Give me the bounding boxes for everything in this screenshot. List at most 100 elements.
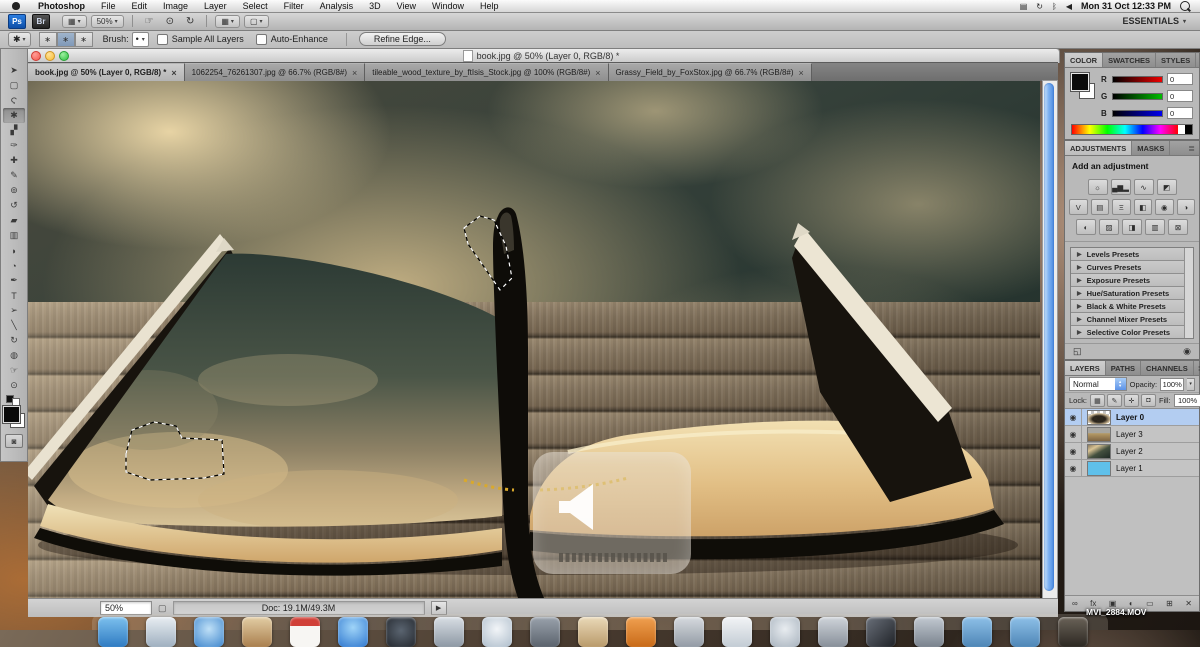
healing-brush-tool[interactable]: ✚ <box>3 153 25 168</box>
workspace-switcher[interactable]: ESSENTIALS ▾ <box>1122 16 1186 26</box>
close-tab-icon[interactable]: × <box>799 68 804 78</box>
channel-slider[interactable] <box>1112 92 1163 100</box>
status-zoom-field[interactable]: 50% <box>100 601 152 615</box>
color-spectrum-ramp[interactable] <box>1071 124 1193 135</box>
photo-filter-icon[interactable]: ◉ <box>1155 199 1174 215</box>
finder-dock-icon[interactable] <box>98 617 128 647</box>
preset-row[interactable]: ▶ Exposure Presets <box>1071 274 1193 287</box>
exposure-icon[interactable]: ◩ <box>1156 179 1177 195</box>
new-selection-icon[interactable]: ∗ <box>38 31 57 47</box>
clip-to-layer-icon[interactable]: ◉ <box>1183 346 1191 357</box>
layer-row[interactable]: ◉ Layer 1 <box>1065 460 1199 477</box>
arrange-documents-button[interactable]: ▦ ▾ <box>215 14 240 28</box>
crop-tool[interactable]: ▞ <box>3 123 25 138</box>
menu-item[interactable]: Edit <box>124 1 156 11</box>
move-tool[interactable]: ➤ <box>3 63 25 78</box>
menu-item[interactable]: File <box>93 1 124 11</box>
option-checkbox[interactable]: Sample All Layers <box>156 33 244 45</box>
hand-tool[interactable]: ☞ <box>3 363 25 378</box>
apple-menu-icon[interactable] <box>12 2 20 10</box>
channel-slider[interactable] <box>1112 109 1163 117</box>
close-tab-icon[interactable]: × <box>352 68 357 78</box>
brightness-contrast-icon[interactable]: ☼ <box>1087 179 1108 195</box>
panel-menu-icon[interactable]: ≣ <box>1184 141 1199 155</box>
channel-mixer-icon[interactable]: ◑ <box>1176 199 1195 215</box>
close-tab-icon[interactable]: × <box>171 68 176 78</box>
pen-tool[interactable]: ✒ <box>3 273 25 288</box>
3d-rotate-tool[interactable]: ↻ <box>3 333 25 348</box>
desktop-file-label[interactable]: MVI_2884.MOV <box>1086 607 1146 617</box>
refine-edge-button[interactable]: Refine Edge... <box>358 32 446 46</box>
quick-mask-mode-button[interactable]: ◙ <box>5 434 23 448</box>
layer-thumbnail[interactable] <box>1087 409 1111 425</box>
dodge-tool[interactable]: ◔ <box>3 258 25 273</box>
clone-stamp-tool[interactable]: ⊚ <box>3 183 25 198</box>
spotlight-icon[interactable] <box>1180 1 1190 11</box>
curves-icon[interactable]: ∿ <box>1133 179 1154 195</box>
screen-mode-button[interactable]: ▢ ▾ <box>243 14 269 28</box>
panel-tab[interactable]: MASKS <box>1132 141 1171 155</box>
menu-item[interactable]: Image <box>155 1 196 11</box>
menu-item[interactable]: 3D <box>361 1 389 11</box>
swap-colors-icon[interactable] <box>6 395 22 406</box>
document-window-titlebar[interactable]: book.jpg @ 50% (Layer 0, RGB/8) * <box>22 48 1060 63</box>
panel-tab[interactable]: LAYERS <box>1065 361 1106 375</box>
lock-transparency-icon[interactable]: ▦ <box>1089 394 1105 407</box>
layer-visibility-eye-icon[interactable]: ◉ <box>1065 409 1082 425</box>
menu-item[interactable]: Help <box>472 1 507 11</box>
channel-value-field[interactable]: 0 <box>1167 90 1193 102</box>
add-to-selection-icon[interactable]: ∗ <box>56 31 75 47</box>
panel-color-swatches[interactable] <box>1070 72 1097 99</box>
fill-field[interactable]: 100% <box>1173 394 1200 407</box>
disclosure-triangle-icon[interactable]: ▶ <box>1077 329 1082 336</box>
path-selection-tool[interactable]: ➢ <box>3 303 25 318</box>
preset-row[interactable]: ▶ Channel Mixer Presets <box>1071 313 1193 326</box>
menu-item[interactable]: Analysis <box>312 1 362 11</box>
zoom-window-button[interactable] <box>59 51 69 61</box>
vibrance-icon[interactable]: V <box>1069 199 1088 215</box>
threshold-icon[interactable]: ◨ <box>1122 219 1142 235</box>
switch-panel-view-icon[interactable]: ◱ <box>1073 346 1082 357</box>
camera-dock-icon[interactable] <box>1058 617 1088 647</box>
preset-row[interactable]: ▶ Levels Presets <box>1071 248 1193 261</box>
folder-dock-icon[interactable] <box>1010 617 1040 647</box>
black-white-icon[interactable]: ◧ <box>1133 199 1152 215</box>
channel-value-field[interactable]: 0 <box>1167 107 1193 119</box>
imovie-dock-icon[interactable] <box>386 617 416 647</box>
panel-tab[interactable]: SWATCHES <box>1103 53 1157 67</box>
menu-item[interactable]: Layer <box>196 1 235 11</box>
type-tool[interactable]: T <box>3 288 25 303</box>
chevron-down-icon[interactable]: ▾ <box>1187 377 1195 391</box>
minimize-window-button[interactable] <box>45 51 55 61</box>
foreground-background-swatches[interactable] <box>2 405 25 428</box>
panel-tab[interactable]: STYLES <box>1156 53 1197 67</box>
bluetooth-icon[interactable]: ᛒ <box>1052 2 1057 11</box>
tool-preset-picker[interactable]: ✱ ▾ <box>8 31 31 47</box>
foreground-color-swatch[interactable] <box>2 405 21 424</box>
app-orange-dock-icon[interactable] <box>626 617 656 647</box>
clapper-dock-icon[interactable] <box>866 617 896 647</box>
new-group-icon[interactable]: ▭ <box>1146 599 1154 608</box>
zoom-level-select[interactable]: 50% ▾ <box>90 14 124 28</box>
lock-position-icon[interactable]: ✛ <box>1123 394 1139 407</box>
gradient-tool[interactable]: ▥ <box>3 228 25 243</box>
preset-row[interactable]: ▶ Selective Color Presets <box>1071 326 1193 338</box>
eyedropper-tool[interactable]: ✑ <box>3 138 25 153</box>
close-window-button[interactable] <box>31 51 41 61</box>
scrollbar-thumb[interactable] <box>1044 83 1054 591</box>
layer-row[interactable]: ◉ Layer 2 <box>1065 443 1199 460</box>
layer-thumbnail[interactable] <box>1087 460 1111 476</box>
channel-value-field[interactable]: 0 <box>1167 73 1193 85</box>
close-tab-icon[interactable]: × <box>595 68 600 78</box>
safari-dock-icon[interactable] <box>194 617 224 647</box>
panel-menu-icon[interactable]: ≣ <box>1194 361 1200 375</box>
quick-selection-tool[interactable]: ✱ <box>3 108 25 123</box>
layer-visibility-eye-icon[interactable]: ◉ <box>1065 443 1082 459</box>
gradient-map-icon[interactable]: ▥ <box>1145 219 1165 235</box>
disclosure-triangle-icon[interactable]: ▶ <box>1077 303 1082 310</box>
layer-thumbnail[interactable] <box>1087 426 1111 442</box>
rotate-view-icon[interactable]: ↻ <box>182 15 198 28</box>
menu-item[interactable]: Window <box>424 1 472 11</box>
mail-dock-icon[interactable] <box>146 617 176 647</box>
disclosure-triangle-icon[interactable]: ▶ <box>1077 264 1082 271</box>
